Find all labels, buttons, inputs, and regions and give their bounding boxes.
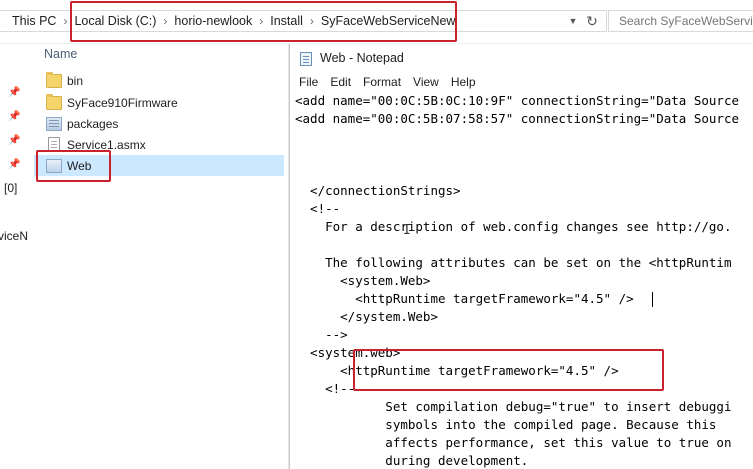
file-name: bin bbox=[67, 73, 84, 88]
folder-icon bbox=[46, 71, 62, 88]
menu-help[interactable]: Help bbox=[445, 75, 482, 89]
notepad-window: Web - Notepad File Edit Format View Help… bbox=[289, 44, 753, 469]
code-line: For a description of web.config changes … bbox=[295, 219, 732, 234]
code-line: <!-- bbox=[295, 381, 356, 396]
menu-view[interactable]: View bbox=[407, 75, 445, 89]
code-line: during development. bbox=[295, 453, 529, 468]
code-line: <add name="00:0C:5B:0C:10:9F" connection… bbox=[295, 93, 740, 108]
code-line: The following attributes can be set on t… bbox=[295, 255, 732, 270]
code-line: <system.Web> bbox=[295, 273, 431, 288]
httpruntime-highlight-box bbox=[353, 349, 664, 391]
breadcrumb-this-pc[interactable]: This PC bbox=[0, 14, 60, 28]
breadcrumb-separator-icon: › bbox=[63, 14, 68, 28]
file-name: SyFace910Firmware bbox=[67, 95, 178, 110]
menu-edit[interactable]: Edit bbox=[324, 75, 357, 89]
window-title: Web - Notepad bbox=[320, 51, 404, 65]
code-line: <add name="00:0C:5B:07:58:57" connection… bbox=[295, 111, 740, 126]
code-line: Set compilation debug="true" to insert d… bbox=[295, 399, 732, 414]
web-file-highlight-box bbox=[36, 150, 111, 182]
nav-item-fragment[interactable]: viceN bbox=[0, 229, 28, 243]
folder-icon bbox=[46, 93, 62, 110]
notepad-title-bar[interactable]: Web - Notepad bbox=[290, 44, 753, 72]
pin-icon[interactable]: 📌 bbox=[8, 87, 20, 99]
config-file-icon bbox=[46, 116, 62, 131]
file-row-bin[interactable]: bin bbox=[34, 70, 284, 91]
refresh-icon[interactable]: ↻ bbox=[582, 11, 602, 31]
file-list: Name bin SyFace910Firmware packages Serv… bbox=[30, 44, 289, 469]
search-input[interactable] bbox=[619, 14, 753, 28]
pin-icon[interactable]: 📌 bbox=[8, 135, 20, 147]
mouse-ibeam-cursor-icon: I bbox=[403, 223, 411, 238]
nav-item-fragment[interactable]: [0] bbox=[4, 181, 17, 195]
column-header-name[interactable]: Name bbox=[44, 47, 77, 61]
code-line: affects performance, set this value to t… bbox=[295, 435, 732, 450]
pin-icon[interactable]: 📌 bbox=[8, 111, 20, 123]
menu-bar: File Edit Format View Help bbox=[290, 72, 753, 92]
code-line: </connectionStrings> bbox=[295, 183, 461, 198]
code-line: --> bbox=[295, 327, 348, 342]
code-line: <httpRuntime targetFramework="4.5" /> bbox=[295, 291, 634, 306]
code-line: </system.Web> bbox=[295, 309, 438, 324]
file-row-packages[interactable]: packages bbox=[34, 113, 284, 134]
file-row-syface910firmware[interactable]: SyFace910Firmware bbox=[34, 92, 284, 113]
menu-format[interactable]: Format bbox=[357, 75, 407, 89]
file-name: packages bbox=[67, 116, 119, 131]
navigation-pane: 📌 📌 📌 📌 [0] viceN bbox=[0, 44, 30, 469]
code-line: symbols into the compiled page. Because … bbox=[295, 417, 717, 432]
search-box[interactable] bbox=[608, 10, 753, 32]
notepad-icon bbox=[300, 52, 312, 66]
code-line: <!-- bbox=[295, 201, 341, 216]
menu-file[interactable]: File bbox=[293, 75, 324, 89]
text-editor-area[interactable]: <add name="00:0C:5B:0C:10:9F" connection… bbox=[290, 92, 753, 469]
address-highlight-box bbox=[70, 1, 457, 42]
text-caret bbox=[652, 292, 653, 307]
pin-icon[interactable]: 📌 bbox=[8, 159, 20, 171]
address-bar-row: This PC › Local Disk (C:) › horio-newloo… bbox=[0, 0, 753, 44]
address-history-chevron-down-icon[interactable]: ▼ bbox=[566, 12, 580, 30]
